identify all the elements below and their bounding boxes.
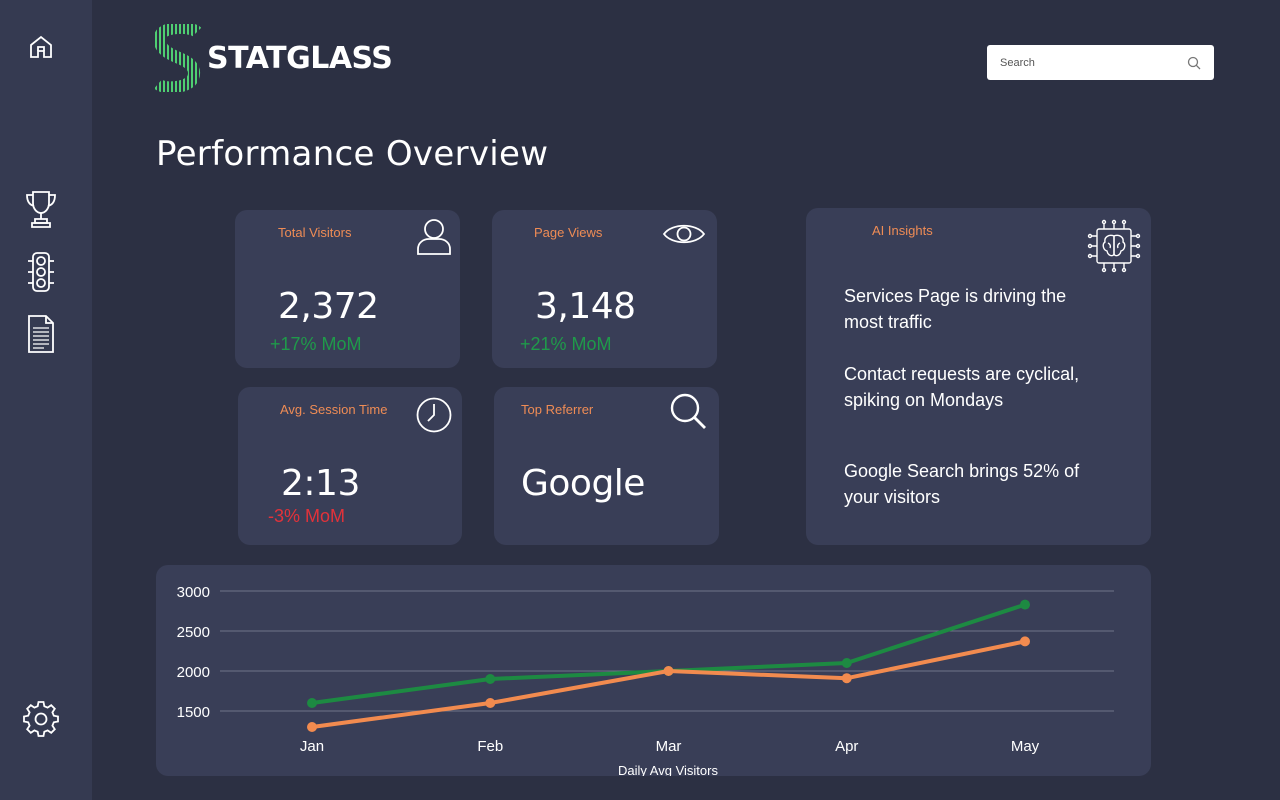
top-referrer-value: Google [521, 463, 645, 504]
total-visitors-card: Total Visitors 2,372 +17% MoM [235, 210, 460, 368]
page-title: Performance Overview [156, 134, 549, 174]
x-tick-label: Jan [300, 738, 324, 755]
x-tick-label: Mar [656, 738, 682, 755]
series-2-point [663, 666, 674, 676]
page-views-value: 3,148 [535, 286, 636, 327]
total-visitors-change: +17% MoM [270, 334, 362, 354]
search-box[interactable] [987, 45, 1214, 80]
search-input[interactable] [1000, 56, 1187, 69]
total-visitors-value: 2,372 [278, 286, 379, 327]
series-1-point [841, 658, 852, 668]
trophy-icon[interactable] [20, 188, 62, 230]
top-referrer-label: Top Referrer [521, 402, 594, 417]
gear-icon[interactable] [20, 698, 62, 740]
series-2-point [307, 722, 317, 732]
home-icon[interactable] [20, 26, 62, 68]
y-tick-label: 3000 [177, 584, 210, 601]
logo-mark [155, 24, 201, 92]
insight-item-2: Contact requests are cyclical, spiking o… [844, 364, 1080, 410]
y-tick-label: 1500 [177, 704, 210, 721]
visitors-line-chart: 1500 2000 2500 3000 Jan Feb Mar Apr May Daily Avg… [177, 584, 1114, 776]
y-tick-label: 2000 [177, 664, 210, 681]
series-1-point [485, 674, 496, 684]
search-icon[interactable] [1187, 56, 1201, 70]
x-tick-label: Feb [477, 738, 503, 755]
x-tick-label: May [1011, 738, 1040, 755]
visitors-chart-card: 1500 2000 2500 3000 Jan Feb Mar Apr May Daily Avg… [156, 565, 1151, 776]
traffic-light-icon[interactable] [20, 251, 62, 293]
series-line-2 [310, 639, 1027, 729]
ai-insights-card: AI Insights Services Page is driving the… [806, 208, 1151, 545]
avg-session-change: -3% MoM [268, 506, 346, 526]
logo-wordmark: STATGLASS [207, 40, 393, 76]
ai-insights-label: AI Insights [872, 223, 933, 238]
insight-item-1: Services Page is driving the most traffi… [844, 286, 1067, 332]
eye-icon [662, 220, 706, 253]
document-icon[interactable] [20, 313, 62, 355]
top-referrer-card: Top Referrer Google [494, 387, 719, 545]
avg-session-card: Avg. Session Time 2:13 -3% MoM [238, 387, 462, 545]
ai-brain-chip-icon [1087, 219, 1141, 278]
series-line-1 [310, 602, 1027, 705]
search-icon [668, 391, 708, 436]
total-visitors-label: Total Visitors [278, 225, 352, 240]
y-tick-label: 2500 [177, 624, 210, 641]
series-1-point [1020, 599, 1030, 610]
x-tick-label: Apr [835, 738, 858, 755]
series-2-point [1020, 636, 1030, 647]
user-icon [415, 216, 453, 261]
page-views-label: Page Views [534, 225, 603, 240]
x-axis-label: Daily Avg Visitors [618, 763, 718, 776]
page-views-card: Page Views 3,148 +21% MoM [492, 210, 717, 368]
series-2-point [841, 673, 852, 684]
avg-session-label: Avg. Session Time [280, 402, 388, 417]
series-1-point [307, 698, 317, 708]
insight-item-3: Google Search brings 52% of your visitor… [844, 461, 1080, 507]
series-2-point [485, 698, 496, 708]
clock-icon [415, 396, 453, 439]
app-logo[interactable]: STATGLASS [155, 24, 393, 92]
page-views-change: +21% MoM [520, 334, 612, 354]
avg-session-value: 2:13 [281, 463, 360, 504]
sidebar [0, 0, 92, 800]
